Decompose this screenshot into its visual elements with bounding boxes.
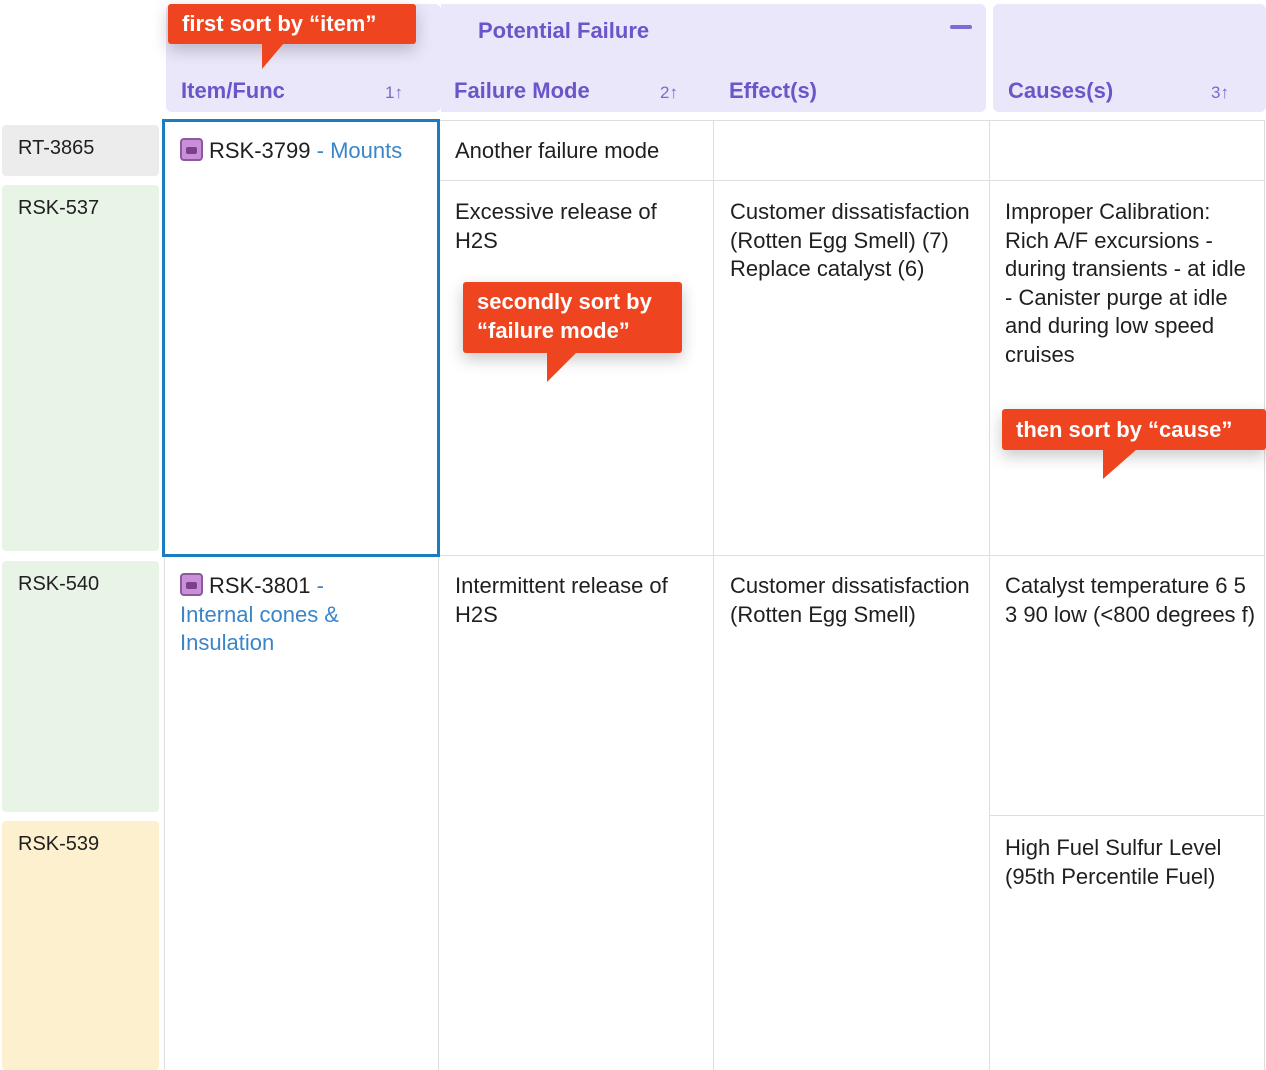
failure-mode-cell[interactable]: Another failure mode bbox=[455, 137, 705, 166]
row-key[interactable]: RT-3865 bbox=[2, 125, 159, 176]
callout-tail bbox=[1103, 449, 1137, 479]
column-header-item-func[interactable]: Item/Func bbox=[181, 78, 285, 104]
effect-cell[interactable]: Customer dissatisfaction (Rotten Egg Sme… bbox=[730, 572, 980, 629]
cause-cell[interactable]: High Fuel Sulfur Level (95th Percentile … bbox=[1005, 834, 1257, 891]
column-header-effects[interactable]: Effect(s) bbox=[729, 78, 817, 104]
row-key[interactable]: RSK-537 bbox=[2, 185, 159, 551]
cause-cell[interactable]: Improper Calibration: Rich A/F excursion… bbox=[1005, 198, 1257, 369]
item-icon bbox=[180, 573, 203, 596]
row-key[interactable]: RSK-540 bbox=[2, 561, 159, 812]
grid-line bbox=[989, 815, 1265, 816]
grid-line bbox=[438, 180, 1265, 181]
item-cell[interactable]: RSK-3799 - Mounts bbox=[180, 137, 435, 166]
effect-cell[interactable]: Customer dissatisfaction (Rotten Egg Sme… bbox=[730, 198, 980, 284]
callout-tail bbox=[262, 43, 284, 69]
grid-line bbox=[713, 120, 714, 1070]
collapse-icon[interactable] bbox=[950, 25, 972, 29]
sort-arrow-icon[interactable]: 1↑ bbox=[385, 83, 403, 103]
selected-cell[interactable] bbox=[162, 119, 440, 557]
column-header-failure-mode[interactable]: Failure Mode bbox=[454, 78, 590, 104]
row-key[interactable]: RSK-539 bbox=[2, 821, 159, 1070]
callout-line: “failure mode” bbox=[477, 318, 630, 343]
callout-sort-item: first sort by “item” bbox=[168, 4, 416, 44]
item-cell[interactable]: RSK-3801 - Internal cones & Insulation bbox=[180, 572, 420, 658]
item-name-link[interactable]: Mounts bbox=[330, 138, 402, 163]
item-separator: - bbox=[310, 573, 324, 598]
grid-line bbox=[1264, 120, 1265, 1070]
item-name-link[interactable]: Internal cones & Insulation bbox=[180, 602, 339, 656]
callout-sort-failure-mode: secondly sort by “failure mode” bbox=[463, 282, 682, 353]
grid-line bbox=[989, 120, 990, 1070]
cause-cell[interactable]: Catalyst temperature 6 5 3 90 low (<800 … bbox=[1005, 572, 1257, 629]
item-id: RSK-3801 bbox=[209, 573, 311, 598]
callout-sort-cause: then sort by “cause” bbox=[1002, 409, 1266, 450]
item-separator: - bbox=[310, 138, 331, 163]
column-header-causes[interactable]: Causes(s) bbox=[1008, 78, 1113, 104]
callout-line: secondly sort by bbox=[477, 289, 652, 314]
item-id: RSK-3799 bbox=[209, 138, 311, 163]
failure-mode-cell[interactable]: Excessive release of H2S bbox=[455, 198, 695, 255]
failure-mode-cell[interactable]: Intermittent release of H2S bbox=[455, 572, 705, 629]
callout-tail bbox=[547, 352, 577, 382]
sort-arrow-icon[interactable]: 2↑ bbox=[660, 83, 678, 103]
group-title: Potential Failure bbox=[478, 18, 650, 43]
sort-arrow-icon[interactable]: 3↑ bbox=[1211, 83, 1229, 103]
item-icon bbox=[180, 138, 203, 161]
